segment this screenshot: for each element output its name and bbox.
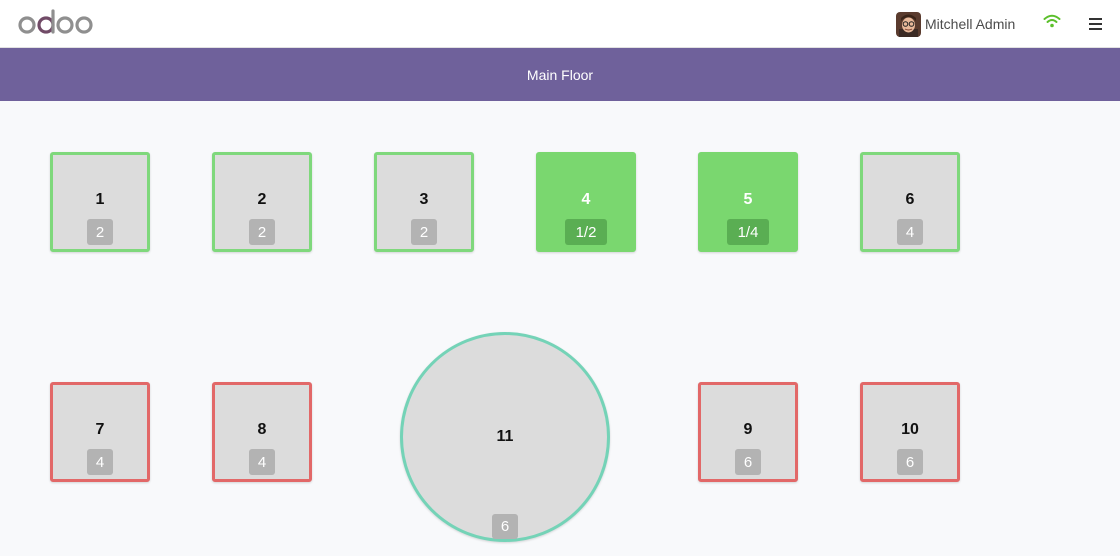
table-name: 5 <box>743 191 753 208</box>
table-11[interactable]: 11 6 <box>400 332 610 542</box>
floor-selector[interactable]: Main Floor <box>0 48 1120 101</box>
table-1[interactable]: 1 2 <box>50 152 150 252</box>
table-4[interactable]: 4 1/2 <box>536 152 636 252</box>
table-10[interactable]: 10 6 <box>860 382 960 482</box>
table-name: 3 <box>419 191 429 208</box>
table-name: 6 <box>905 191 915 208</box>
floor-name: Main Floor <box>526 66 594 83</box>
odoo-logo[interactable] <box>18 8 94 36</box>
table-name: 7 <box>95 421 105 438</box>
table-name: 4 <box>581 191 591 208</box>
user-avatar <box>896 11 921 37</box>
table-7[interactable]: 7 4 <box>50 382 150 482</box>
table-name: 11 <box>496 428 514 445</box>
table-seats-badge: 1/2 <box>565 219 607 245</box>
table-seats-badge: 4 <box>897 219 923 245</box>
table-seats-badge: 6 <box>735 449 761 475</box>
table-8[interactable]: 8 4 <box>212 382 312 482</box>
table-name: 8 <box>257 421 267 438</box>
table-3[interactable]: 3 2 <box>374 152 474 252</box>
table-name: 2 <box>257 191 267 208</box>
table-5[interactable]: 5 1/4 <box>698 152 798 252</box>
user-menu[interactable]: Mitchell Admin <box>896 11 1015 37</box>
wifi-icon <box>1043 14 1061 28</box>
floor-plan: 1 2 2 2 3 2 4 1/2 5 1/4 6 4 7 4 8 4 11 6… <box>0 101 1120 556</box>
table-seats-badge: 2 <box>411 219 437 245</box>
table-name: 1 <box>95 191 105 208</box>
table-seats-badge: 2 <box>87 219 113 245</box>
table-name: 10 <box>901 421 919 438</box>
table-seats-badge: 1/4 <box>727 219 769 245</box>
table-seats-badge: 2 <box>249 219 275 245</box>
top-navbar: Mitchell Admin <box>0 0 1120 48</box>
table-6[interactable]: 6 4 <box>860 152 960 252</box>
user-name[interactable]: Mitchell Admin <box>925 16 1015 32</box>
table-seats-badge: 6 <box>492 514 518 539</box>
table-name: 9 <box>743 421 753 438</box>
table-2[interactable]: 2 2 <box>212 152 312 252</box>
table-seats-badge: 6 <box>897 449 923 475</box>
table-9[interactable]: 9 6 <box>698 382 798 482</box>
table-seats-badge: 4 <box>249 449 275 475</box>
table-seats-badge: 4 <box>87 449 113 475</box>
hamburger-menu-icon[interactable] <box>1088 16 1104 32</box>
